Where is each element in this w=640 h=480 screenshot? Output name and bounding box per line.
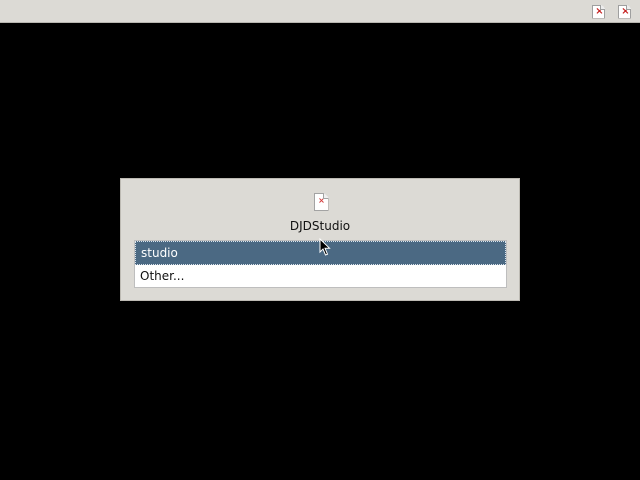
dialog-title: DJDStudio	[289, 219, 351, 233]
list-item-label: Other...	[140, 269, 185, 283]
top-left-close-button[interactable]: ×	[591, 4, 606, 19]
error-icon: ×	[318, 196, 325, 205]
close-icon: ×	[621, 5, 630, 17]
dialog-icon: ×	[313, 193, 329, 211]
list-item-studio[interactable]: studio	[135, 241, 506, 265]
list-item-other[interactable]: Other...	[135, 265, 506, 287]
choice-list[interactable]: studio Other...	[134, 240, 507, 288]
list-item-label: studio	[141, 246, 178, 260]
screen: × × × DJDStudio studio Other...	[0, 0, 640, 480]
broken-image-icon: ×	[618, 4, 631, 19]
broken-document-icon: ×	[313, 193, 329, 211]
top-right-close-button[interactable]: ×	[617, 4, 632, 19]
top-bar: × ×	[0, 0, 640, 23]
close-icon: ×	[595, 5, 604, 17]
selection-dialog: × DJDStudio studio Other...	[120, 178, 520, 301]
broken-image-icon: ×	[592, 4, 605, 19]
